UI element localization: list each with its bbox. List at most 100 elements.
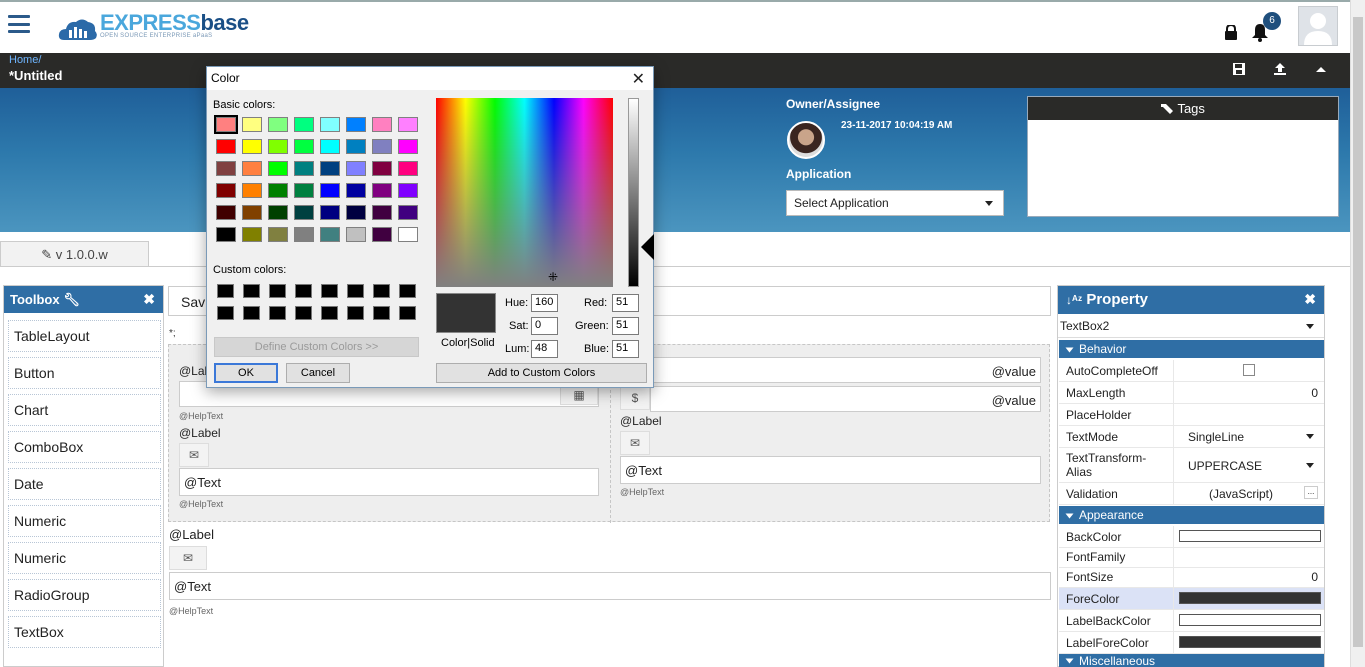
basic-color-swatch[interactable] — [346, 139, 366, 154]
basic-color-swatch[interactable] — [216, 161, 236, 176]
basic-color-swatch[interactable] — [320, 183, 340, 198]
prop-row-labelbackcolor[interactable]: LabelBackColor — [1059, 610, 1324, 632]
lock-icon[interactable] — [1224, 25, 1238, 40]
basic-color-swatch[interactable] — [216, 227, 236, 242]
luminosity-slider[interactable] — [628, 98, 639, 287]
basic-color-swatch[interactable] — [242, 205, 262, 220]
toolbox-item-textbox[interactable]: TextBox — [8, 616, 161, 648]
basic-color-swatch[interactable] — [372, 117, 392, 132]
custom-color-swatch[interactable] — [321, 306, 338, 320]
sat-input[interactable]: 0 — [531, 317, 558, 335]
breadcrumb-home[interactable]: Home/ — [9, 54, 41, 66]
text-input[interactable]: @Text — [620, 456, 1041, 484]
custom-color-swatch[interactable] — [295, 284, 312, 298]
basic-color-swatch[interactable] — [242, 183, 262, 198]
cancel-button[interactable]: Cancel — [286, 363, 350, 383]
basic-color-swatch[interactable] — [372, 161, 392, 176]
prop-value[interactable] — [1173, 548, 1324, 567]
value-input[interactable]: @value — [620, 357, 1041, 383]
basic-color-swatch[interactable] — [268, 117, 288, 132]
numeric-input[interactable]: @value — [650, 386, 1041, 412]
basic-color-swatch[interactable] — [268, 161, 288, 176]
save-icon[interactable] — [1230, 62, 1248, 79]
dialog-titlebar[interactable]: Color ✕ — [207, 67, 653, 90]
autocomplete-checkbox[interactable] — [1243, 364, 1255, 376]
basic-color-swatch[interactable] — [216, 139, 236, 154]
toolbox-item-tablelayout[interactable]: TableLayout — [8, 320, 161, 352]
hamburger-menu-icon[interactable] — [8, 15, 30, 33]
basic-color-swatch[interactable] — [346, 227, 366, 242]
basic-color-swatch[interactable] — [242, 139, 262, 154]
basic-color-swatch[interactable] — [320, 161, 340, 176]
close-icon[interactable]: ✖ — [1304, 291, 1316, 308]
custom-color-swatch[interactable] — [321, 284, 338, 298]
close-icon[interactable]: ✕ — [632, 69, 645, 89]
basic-color-swatch[interactable] — [372, 183, 392, 198]
basic-color-swatch[interactable] — [320, 227, 340, 242]
basic-color-swatch[interactable] — [398, 117, 418, 132]
prop-value[interactable] — [1173, 588, 1324, 609]
close-icon[interactable]: ✖ — [143, 291, 155, 308]
prop-row-forecolor[interactable]: ForeColor — [1059, 588, 1324, 610]
prop-row-autocompleteoff[interactable]: AutoCompleteOff — [1059, 360, 1324, 382]
basic-color-swatch[interactable] — [398, 183, 418, 198]
basic-color-swatch[interactable] — [346, 205, 366, 220]
toolbox-item-combobox[interactable]: ComboBox — [8, 431, 161, 463]
lum-input[interactable]: 48 — [531, 340, 558, 358]
toolbox-item-date[interactable]: Date — [8, 468, 161, 500]
section-miscellaneous[interactable]: Miscellaneous — [1059, 654, 1324, 667]
scrollbar-thumb[interactable] — [1353, 17, 1363, 647]
basic-color-swatch[interactable] — [216, 205, 236, 220]
basic-color-swatch[interactable] — [294, 161, 314, 176]
color-spectrum[interactable]: ⁜ — [436, 98, 613, 287]
toolbox-item-chart[interactable]: Chart — [8, 394, 161, 426]
tab-version[interactable]: ✎ v 1.0.0.w — [0, 241, 149, 267]
prop-row-textmode[interactable]: TextMode SingleLine — [1059, 426, 1324, 448]
prop-value[interactable]: (JavaScript)... — [1173, 483, 1324, 504]
page-scrollbar[interactable] — [1350, 0, 1365, 667]
custom-color-swatch[interactable] — [243, 284, 260, 298]
basic-color-swatch[interactable] — [294, 205, 314, 220]
hue-input[interactable]: 160 — [531, 294, 558, 312]
basic-color-swatch[interactable] — [320, 205, 340, 220]
custom-color-swatch[interactable] — [243, 306, 260, 320]
application-select[interactable]: Select Application — [786, 190, 1004, 216]
basic-color-swatch[interactable] — [268, 183, 288, 198]
prop-row-fontsize[interactable]: FontSize 0 — [1059, 568, 1324, 588]
basic-color-swatch[interactable] — [214, 115, 238, 134]
add-to-custom-colors-button[interactable]: Add to Custom Colors — [436, 363, 647, 383]
luminosity-arrow-icon[interactable] — [641, 234, 654, 260]
basic-color-swatch[interactable] — [346, 161, 366, 176]
basic-color-swatch[interactable] — [216, 183, 236, 198]
prop-value[interactable]: 0 — [1173, 568, 1324, 587]
basic-color-swatch[interactable] — [398, 139, 418, 154]
save-button[interactable]: Sav — [168, 286, 208, 316]
tags-panel[interactable]: Tags — [1027, 96, 1339, 217]
prop-value[interactable]: UPPERCASE — [1173, 448, 1324, 482]
custom-color-swatch[interactable] — [347, 284, 364, 298]
basic-color-swatch[interactable] — [294, 183, 314, 198]
forecolor-swatch[interactable] — [1179, 592, 1321, 604]
toolbox-item-radiogroup[interactable]: RadioGroup — [8, 579, 161, 611]
prop-value[interactable]: SingleLine — [1173, 426, 1324, 447]
prop-row-labelforecolor[interactable]: LabelForeColor — [1059, 632, 1324, 654]
toolbox-item-numeric[interactable]: Numeric — [8, 505, 161, 537]
prop-row-texttransform[interactable]: TextTransform-Alias UPPERCASE — [1059, 448, 1324, 483]
custom-color-swatch[interactable] — [373, 284, 390, 298]
prop-value[interactable] — [1173, 526, 1324, 547]
prop-value[interactable]: 0 — [1173, 382, 1324, 403]
text-input[interactable]: @Text — [169, 572, 1051, 600]
basic-color-swatch[interactable] — [372, 139, 392, 154]
define-custom-colors-button[interactable]: Define Custom Colors >> — [214, 337, 419, 357]
prop-value[interactable] — [1173, 404, 1324, 425]
custom-color-swatch[interactable] — [217, 306, 234, 320]
section-behavior[interactable]: Behavior — [1059, 340, 1324, 358]
basic-color-swatch[interactable] — [294, 139, 314, 154]
prop-value[interactable] — [1173, 610, 1324, 631]
property-object-select[interactable]: TextBox2 — [1058, 316, 1324, 338]
text-input[interactable]: @Text — [179, 468, 599, 496]
toolbox-item-button[interactable]: Button — [8, 357, 161, 389]
basic-color-swatch[interactable] — [268, 205, 288, 220]
basic-color-swatch[interactable] — [320, 117, 340, 132]
custom-color-swatch[interactable] — [373, 306, 390, 320]
